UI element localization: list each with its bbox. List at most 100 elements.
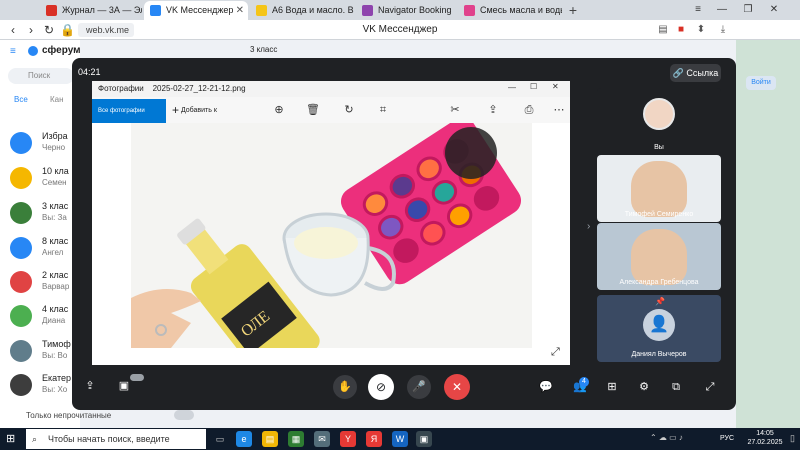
bookmark-icon[interactable]: ■ xyxy=(674,23,688,37)
store-icon[interactable]: ▦ xyxy=(288,431,304,447)
tab-label: Смесь масла и воды точ xyxy=(480,5,562,15)
search-input[interactable]: Поиск xyxy=(8,68,74,84)
participant-name: Даниял Вычеров xyxy=(631,351,687,358)
raise-hand-button[interactable]: ✋ xyxy=(333,375,357,399)
pin-icon[interactable]: 📌 xyxy=(655,297,665,306)
extensions-icon[interactable]: ⬍ xyxy=(694,23,708,37)
viewer-title: Фотографии 2025-02-27_12-21-12.png xyxy=(98,84,246,93)
browser-tab-strip: Журнал — 3А — Электро VK Мессенджер ✕ А6… xyxy=(0,0,800,20)
print-icon[interactable]: ⎙ xyxy=(522,103,536,117)
grid-view-icon[interactable]: ⊞ xyxy=(602,377,622,397)
word-icon[interactable]: W xyxy=(392,431,408,447)
right-button[interactable]: Войти xyxy=(746,76,776,90)
edge-icon[interactable]: e xyxy=(236,431,252,447)
notifications-icon[interactable]: ▯ xyxy=(790,433,795,444)
camera-off-button[interactable]: ⊘ xyxy=(368,374,394,400)
chat-wallpaper xyxy=(736,40,800,428)
browser-tab-5[interactable]: Смесь масла и воды точ xyxy=(458,1,562,20)
microphone-button[interactable]: 🎤 xyxy=(407,375,431,399)
collapse-panel-icon[interactable]: › xyxy=(587,221,590,232)
forward-icon[interactable]: › xyxy=(24,22,38,38)
yandex-icon[interactable]: Я xyxy=(366,431,382,447)
close-window-icon[interactable]: ✕ xyxy=(762,0,786,20)
end-call-button[interactable]: ✕ xyxy=(444,374,470,400)
taskbar-search[interactable]: ⌕ Чтобы начать поиск, введите xyxy=(26,429,206,449)
fullscreen-icon[interactable]: ⤢ xyxy=(551,346,560,359)
viewer-maximize-icon[interactable]: ☐ xyxy=(530,82,537,91)
filter-second[interactable]: Кан xyxy=(50,95,64,104)
tray-icons[interactable]: ⌃ ☁ ▭ ♪ xyxy=(650,433,683,442)
participant-tile[interactable]: Тимофей Семиренко xyxy=(597,155,721,222)
picture-in-picture-icon[interactable]: ⧉ xyxy=(666,377,686,397)
zoom-icon[interactable]: ⊕ xyxy=(272,103,286,117)
back-icon[interactable]: ‹ xyxy=(6,22,20,38)
url-field[interactable]: web.vk.me xyxy=(78,23,134,37)
chat-avatar xyxy=(10,374,32,396)
filter-all[interactable]: Все xyxy=(14,95,28,104)
share-screen-icon[interactable]: ⇪ xyxy=(80,376,100,396)
all-photos-button[interactable]: Все фотографии xyxy=(92,99,166,123)
chat-name: 8 клас xyxy=(42,236,69,246)
tab-label: Navigator Booking xyxy=(378,5,452,15)
all-photos-label: Все фотографии xyxy=(98,108,145,114)
browser-tab-3[interactable]: А6 Вода и масло. Волшеб xyxy=(250,1,354,20)
new-tab-icon[interactable]: + xyxy=(565,1,581,19)
more-icon[interactable]: ⋯ xyxy=(552,103,566,117)
chat-avatar xyxy=(10,271,32,293)
download-icon[interactable]: ⤓ xyxy=(716,23,730,37)
copy-link-button[interactable]: 🔗 Ссылка xyxy=(670,64,721,82)
participant-video xyxy=(631,229,687,285)
chat-preview: Диана xyxy=(42,316,66,325)
chat-avatar xyxy=(10,202,32,224)
chat-name: Тимоф xyxy=(42,339,71,349)
clock-time: 14:05 xyxy=(756,430,774,437)
menu-icon[interactable]: ≡ xyxy=(686,0,710,20)
rotate-icon[interactable]: ↻ xyxy=(342,103,356,117)
crop-icon[interactable]: ⌗ xyxy=(376,103,390,117)
restore-icon[interactable]: ❐ xyxy=(736,0,760,20)
browser-tab-1[interactable]: Журнал — 3А — Электро xyxy=(40,1,142,20)
chat-avatar xyxy=(10,340,32,362)
close-tab-icon[interactable]: ✕ xyxy=(236,1,244,20)
lock-icon: 🔒 xyxy=(60,23,75,37)
reader-icon[interactable]: ▤ xyxy=(656,23,670,37)
settings-icon[interactable]: ⚙ xyxy=(634,377,654,397)
reload-icon[interactable]: ↻ xyxy=(42,22,56,38)
viewer-minimize-icon[interactable]: — xyxy=(508,83,516,92)
chat-icon[interactable]: 💬 xyxy=(536,377,556,397)
add-to-button[interactable]: + Добавить к xyxy=(172,103,217,117)
link-icon: 🔗 xyxy=(672,68,684,78)
browser-tab-4[interactable]: Navigator Booking xyxy=(356,1,456,20)
address-bar-row: ‹ › ↻ 🔒 web.vk.me VK Мессенджер ▤ ■ ⬍ ⤓ xyxy=(0,20,800,40)
participant-tile[interactable]: 👤 📌 Даниял Вычеров xyxy=(597,295,721,362)
unread-only-toggle[interactable] xyxy=(174,410,194,420)
participant-name: Тимофей Семиренко xyxy=(624,211,694,218)
mail-icon[interactable]: ✉ xyxy=(314,431,330,447)
participant-tile[interactable]: Александра Гребенцова xyxy=(597,223,721,290)
yandex-browser-icon[interactable]: Y xyxy=(340,431,356,447)
avatar-placeholder-icon: 👤 xyxy=(643,309,675,341)
keyboard-language[interactable]: РУС xyxy=(720,435,734,442)
delete-icon[interactable]: 🗑 xyxy=(306,103,320,117)
browser-tab-2[interactable]: VK Мессенджер ✕ xyxy=(144,1,248,20)
edit-icon[interactable]: ✂ xyxy=(448,103,462,117)
task-view-icon[interactable]: ▭ xyxy=(212,431,228,447)
copy-link-label: Ссылка xyxy=(686,68,719,78)
viewer-close-icon[interactable]: ✕ xyxy=(552,82,559,91)
tab-label: VK Мессенджер xyxy=(166,5,234,15)
participant-tile[interactable]: Вы xyxy=(597,88,721,155)
tab-label: Журнал — 3А — Электро xyxy=(62,5,142,15)
chat-avatar xyxy=(10,132,32,154)
start-icon[interactable]: ⊞ xyxy=(6,432,15,445)
shared-photo: ОЛЕ xyxy=(131,123,532,348)
file-explorer-icon[interactable]: ▤ xyxy=(262,431,278,447)
minimize-icon[interactable]: — xyxy=(710,0,734,20)
chat-name: 2 клас xyxy=(42,270,69,280)
menu-icon[interactable]: ≡ xyxy=(10,46,16,57)
taskbar-clock[interactable]: 14:05 27.02.2025 xyxy=(740,429,790,447)
photos-app-icon[interactable]: ▣ xyxy=(416,431,432,447)
share-icon[interactable]: ⇪ xyxy=(486,103,500,117)
expand-icon[interactable]: ⤢ xyxy=(700,377,720,397)
taskbar-search-placeholder: Чтобы начать поиск, введите xyxy=(48,434,170,444)
chat-header-title: 3 класс xyxy=(250,45,278,54)
